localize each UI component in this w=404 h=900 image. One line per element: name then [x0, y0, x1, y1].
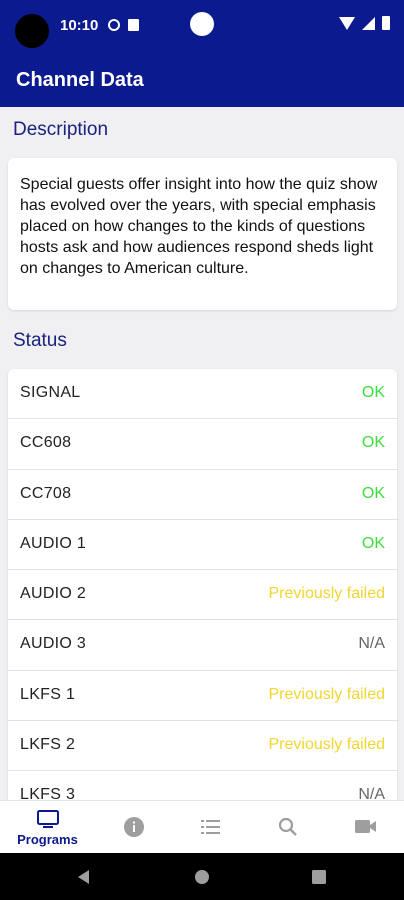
status-row: AUDIO 3 N/A: [8, 620, 397, 671]
page-title: Channel Data: [16, 69, 144, 91]
status-row-value: Previously failed: [268, 585, 386, 603]
status-row-label: LKFS 1: [20, 685, 76, 703]
status-row-label: CC708: [20, 484, 72, 502]
status-row-value: Previously failed: [268, 685, 386, 703]
status-row-label: CC608: [20, 434, 72, 452]
video-camera-icon: [355, 820, 376, 833]
list-icon: [201, 820, 220, 834]
notification-dot-icon: [190, 12, 214, 36]
status-row: CC708 OK: [8, 470, 397, 520]
status-row: AUDIO 1 OK: [8, 520, 397, 571]
cell-signal-icon: [362, 16, 375, 30]
status-row-label: AUDIO 3: [20, 635, 87, 653]
status-row-value: OK: [361, 384, 385, 401]
system-navigation-bar: [0, 853, 404, 900]
nav-info[interactable]: [95, 801, 175, 854]
recents-icon[interactable]: [310, 868, 328, 886]
status-row: LKFS 3 N/A: [8, 771, 397, 800]
wifi-icon: [339, 16, 355, 30]
nav-programs[interactable]: Programs: [0, 801, 95, 854]
data-saver-icon: [108, 19, 120, 31]
status-row-label: SIGNAL: [20, 384, 81, 401]
main-content[interactable]: Description Special guests offer insight…: [0, 107, 404, 800]
status-bar: 10:10: [0, 0, 404, 51]
nav-list[interactable]: [170, 801, 250, 854]
status-list: SIGNAL OK CC608 OK CC708 OK AUDIO 1 OK AUDIO 2 Pr…: [8, 369, 397, 800]
description-heading: Description: [13, 119, 109, 140]
home-icon[interactable]: [193, 868, 211, 886]
status-row: CC608 OK: [8, 419, 397, 470]
app-bar: Channel Data: [0, 51, 404, 107]
status-row-label: AUDIO 2: [20, 585, 87, 603]
status-row-label: LKFS 2: [20, 736, 76, 754]
status-row-value: OK: [361, 484, 385, 502]
battery-icon: [382, 16, 390, 30]
search-icon: [278, 817, 297, 836]
status-row-label: AUDIO 1: [20, 534, 87, 552]
status-row-value: N/A: [358, 786, 385, 800]
nav-search[interactable]: [247, 801, 327, 854]
description-text: Special guests offer insight into how th…: [20, 176, 378, 277]
status-row-label: LKFS 3: [20, 786, 76, 800]
status-row-value: N/A: [358, 635, 385, 653]
status-heading: Status: [13, 330, 67, 351]
camera-cutout: [15, 14, 49, 48]
back-icon[interactable]: [74, 867, 94, 887]
status-row-value: OK: [361, 434, 385, 452]
sim-card-icon: [128, 19, 139, 31]
tv-icon: [37, 810, 59, 828]
description-card: Special guests offer insight into how th…: [8, 158, 397, 310]
status-icons: [339, 16, 390, 30]
status-row: AUDIO 2 Previously failed: [8, 570, 397, 621]
status-row-value: Previously failed: [268, 736, 386, 754]
nav-video[interactable]: [324, 801, 404, 854]
bottom-navigation: Programs: [0, 800, 404, 853]
status-row-value: OK: [361, 534, 385, 552]
info-icon: [124, 817, 144, 837]
status-row: LKFS 2 Previously failed: [8, 721, 397, 772]
status-row: LKFS 1 Previously failed: [8, 671, 397, 722]
status-time: 10:10: [60, 17, 99, 34]
status-row: SIGNAL OK: [8, 369, 397, 420]
nav-programs-label: Programs: [17, 832, 78, 847]
